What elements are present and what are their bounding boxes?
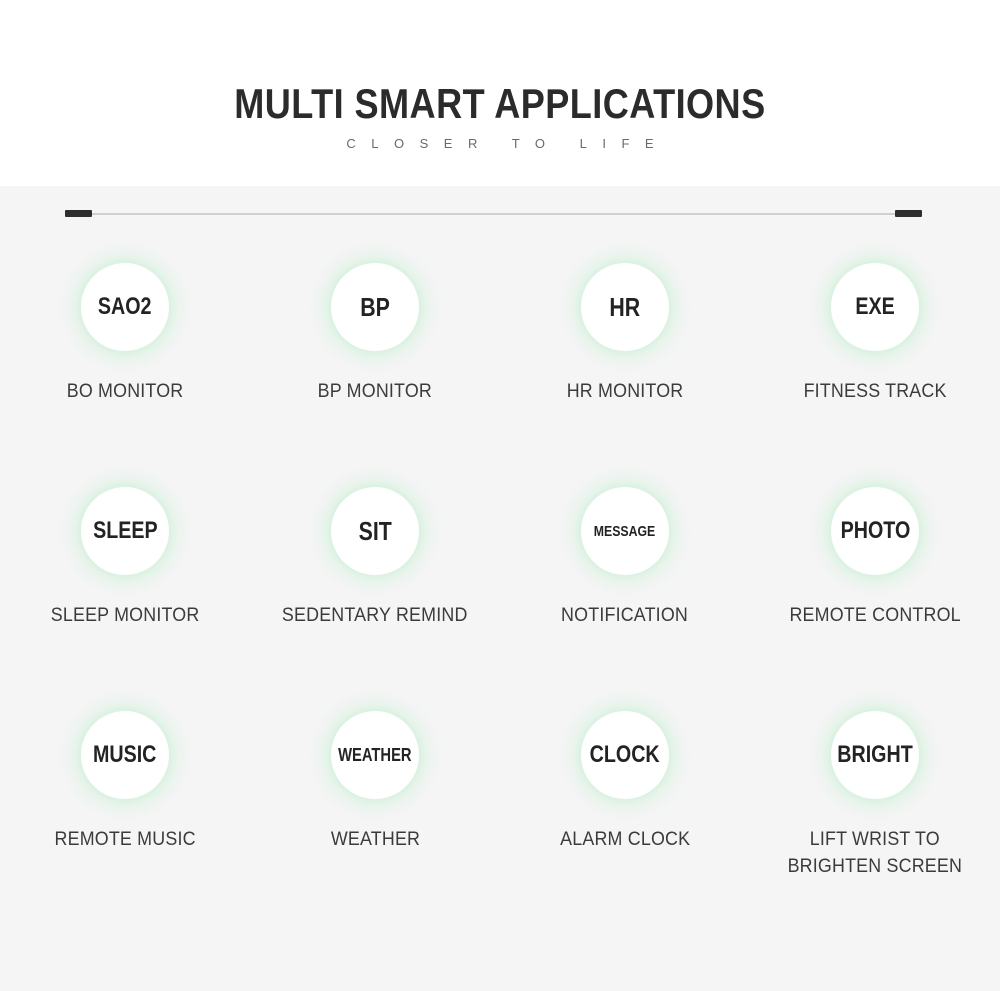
feature-label: BP MONITOR [317,381,433,402]
page-body: SAO2 BO MONITOR BP BP MONITOR HR HR MONITOR EX… [0,186,1000,991]
feature-item[interactable]: BP BP MONITOR [250,242,500,466]
badge-text: BP [360,292,390,322]
badge-text: EXE [855,293,895,320]
feature-badge: SIT [310,466,440,596]
hr-badge-icon: HR [581,263,669,351]
feature-grid: SAO2 BO MONITOR BP BP MONITOR HR HR MONITOR EX… [0,242,1000,914]
bp-badge-icon: BP [331,263,419,351]
badge-text: PHOTO [840,517,910,544]
music-badge-icon: MUSIC [81,711,169,799]
sit-badge-icon: SIT [331,487,419,575]
feature-item[interactable]: EXE FITNESS TRACK [750,242,1000,466]
clock-badge-icon: CLOCK [581,711,669,799]
feature-badge: WEATHER [310,690,440,820]
feature-item[interactable]: BRIGHT LIFT WRIST TO BRIGHTEN SCREEN [750,690,1000,914]
page-title: MULTI SMART APPLICATIONS [234,80,766,127]
divider-line [65,212,922,215]
photo-badge-icon: PHOTO [831,487,919,575]
feature-label: WEATHER [330,829,420,850]
feature-badge: SLEEP [60,466,190,596]
feature-label: LIFT WRIST TO BRIGHTEN SCREEN [787,829,963,877]
feature-label: REMOTE MUSIC [54,829,196,850]
badge-text: SAO2 [98,293,152,320]
divider-cap-left [65,210,92,217]
feature-item[interactable]: MESSAGE NOTIFICATION [500,466,750,690]
feature-item[interactable]: SIT SEDENTARY REMIND [250,466,500,690]
weather-badge-icon: WEATHER [331,711,419,799]
feature-item[interactable]: MUSIC REMOTE MUSIC [0,690,250,914]
badge-text: MUSIC [93,741,157,768]
feature-badge: BP [310,242,440,372]
feature-item[interactable]: HR HR MONITOR [500,242,750,466]
product-feature-page: MULTI SMART APPLICATIONS CLOSER TO LIFE … [0,0,1000,991]
feature-badge: MUSIC [60,690,190,820]
badge-text: SIT [358,516,392,546]
feature-item[interactable]: SAO2 BO MONITOR [0,242,250,466]
section-divider [65,210,922,217]
feature-label: SEDENTARY REMIND [282,605,468,626]
sao2-badge-icon: SAO2 [81,263,169,351]
feature-badge: BRIGHT [810,690,940,820]
bright-badge-icon: BRIGHT [831,711,919,799]
page-header: MULTI SMART APPLICATIONS CLOSER TO LIFE [0,0,1000,186]
badge-text: CLOCK [590,741,660,768]
badge-text: BRIGHT [837,741,913,768]
feature-label: NOTIFICATION [561,605,689,626]
badge-text: SLEEP [92,517,158,544]
feature-label: HR MONITOR [566,381,684,402]
badge-text: MESSAGE [594,522,656,540]
feature-item[interactable]: PHOTO REMOTE CONTROL [750,466,1000,690]
exe-badge-icon: EXE [831,263,919,351]
feature-label: REMOTE CONTROL [789,605,961,626]
feature-label: FITNESS TRACK [803,381,947,402]
sleep-badge-icon: SLEEP [81,487,169,575]
feature-badge: HR [560,242,690,372]
feature-badge: MESSAGE [560,466,690,596]
feature-badge: SAO2 [60,242,190,372]
message-badge-icon: MESSAGE [581,487,669,575]
feature-item[interactable]: SLEEP SLEEP MONITOR [0,466,250,690]
divider-cap-right [895,210,922,217]
feature-badge: PHOTO [810,466,940,596]
feature-badge: EXE [810,242,940,372]
feature-label: ALARM CLOCK [559,829,691,850]
feature-badge: CLOCK [560,690,690,820]
feature-label: BO MONITOR [66,381,184,402]
badge-text: HR [609,292,641,322]
page-subtitle: CLOSER TO LIFE [346,136,670,151]
badge-text: WEATHER [338,745,412,765]
feature-item[interactable]: CLOCK ALARM CLOCK [500,690,750,914]
feature-item[interactable]: WEATHER WEATHER [250,690,500,914]
feature-label: SLEEP MONITOR [50,605,200,626]
